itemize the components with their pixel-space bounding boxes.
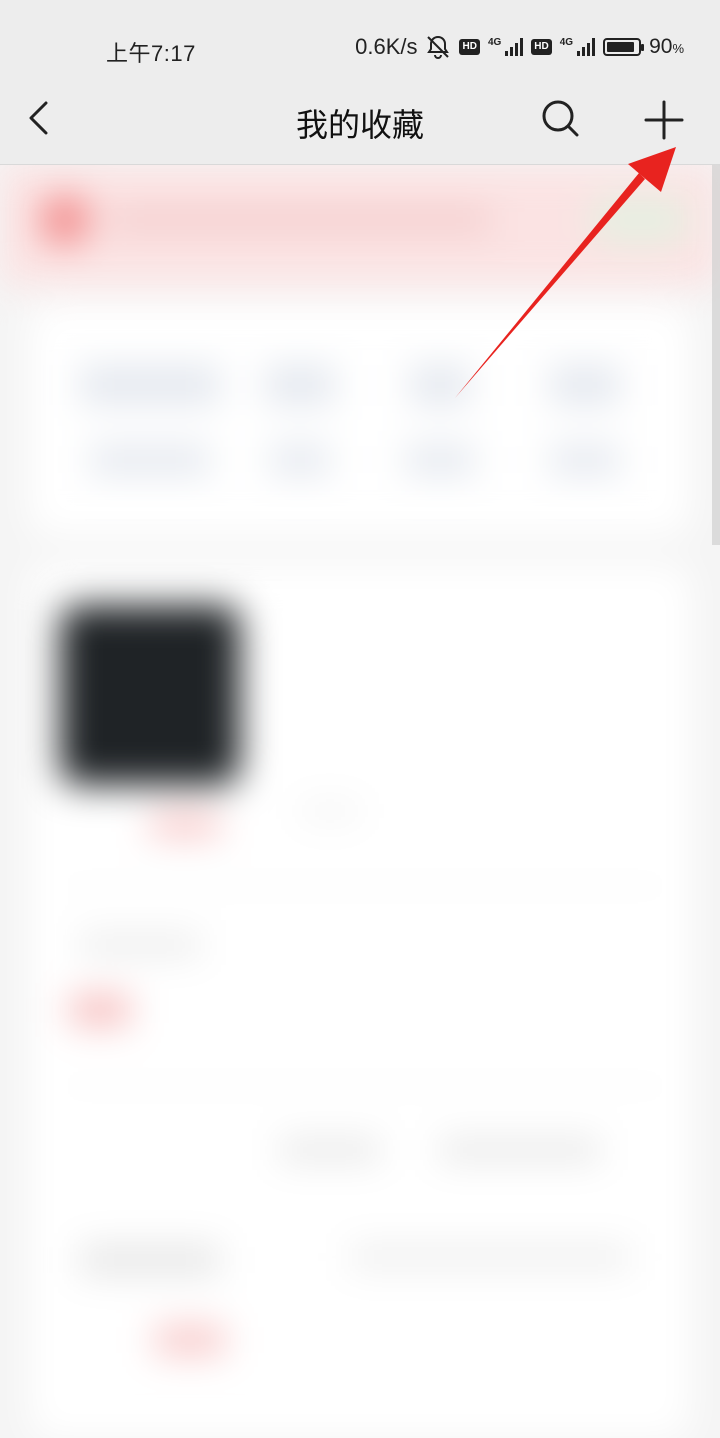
plus-icon[interactable] bbox=[640, 96, 688, 144]
banner-icon bbox=[40, 195, 90, 245]
category-item bbox=[550, 445, 620, 475]
category-item bbox=[405, 445, 475, 475]
category-card bbox=[30, 305, 690, 535]
scrollbar[interactable] bbox=[712, 165, 720, 545]
hd-badge: HD bbox=[459, 39, 480, 55]
bell-muted-icon bbox=[427, 35, 450, 59]
item-tag bbox=[150, 815, 220, 835]
category-item bbox=[265, 365, 335, 405]
signal-icon: 4G bbox=[559, 37, 596, 56]
favorites-content-blurred bbox=[0, 165, 720, 1438]
item-title bbox=[280, 1140, 380, 1160]
net-speed: 0.6K/s bbox=[355, 34, 418, 59]
item-title bbox=[80, 1245, 220, 1275]
search-icon[interactable] bbox=[538, 96, 582, 140]
item-tag bbox=[155, 1325, 225, 1355]
signal-label: 4G bbox=[559, 37, 574, 48]
blurred-layer bbox=[0, 165, 720, 1438]
nav-bar: 我的收藏 bbox=[0, 80, 720, 165]
divider bbox=[60, 885, 670, 887]
page-title: 我的收藏 bbox=[295, 106, 424, 144]
status-icons: 0.6K/s HD 4G HD 4G 90% bbox=[355, 34, 684, 60]
status-time: 上午7:17 bbox=[106, 41, 196, 66]
hd-badge: HD bbox=[531, 39, 552, 55]
signal-label: 4G bbox=[487, 37, 502, 48]
banner-text bbox=[110, 210, 490, 230]
item-tag bbox=[70, 995, 130, 1025]
divider bbox=[60, 1085, 670, 1087]
category-item bbox=[90, 445, 210, 475]
item-title bbox=[350, 1245, 630, 1269]
battery-percent: 90% bbox=[649, 35, 684, 58]
category-item bbox=[80, 365, 220, 405]
item-title bbox=[80, 935, 200, 955]
item-meta bbox=[300, 805, 360, 817]
item-title bbox=[440, 1140, 600, 1160]
signal-icon: 4G bbox=[487, 37, 524, 56]
category-item bbox=[270, 445, 330, 475]
banner-button bbox=[590, 195, 690, 245]
battery-icon bbox=[603, 38, 645, 56]
item-thumbnail bbox=[60, 605, 240, 785]
category-item bbox=[550, 365, 620, 405]
category-item bbox=[410, 365, 470, 405]
